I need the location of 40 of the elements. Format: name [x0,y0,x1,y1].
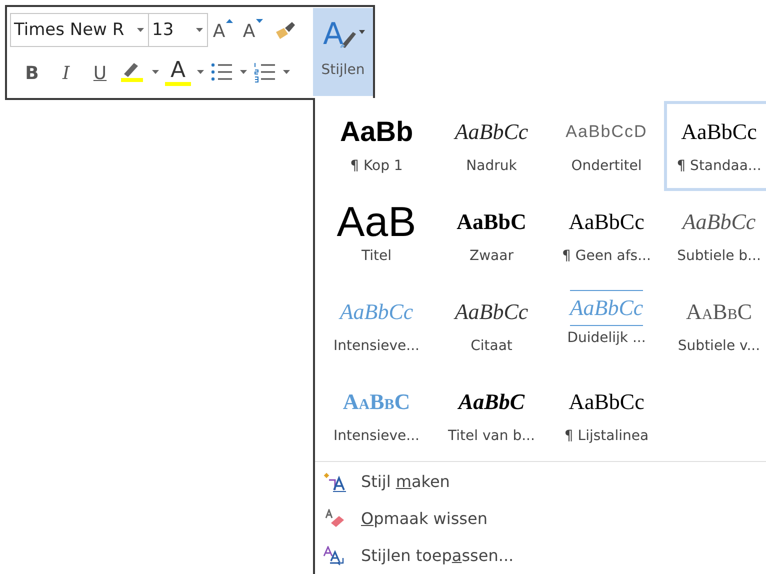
format-button[interactable]: I [50,57,82,87]
styles-button[interactable]: A Stijlen [313,8,373,96]
style-item[interactable]: AaBb ¶ Kop 1 [319,101,434,191]
style-item[interactable]: AaBbC Titel van b... [434,371,549,461]
dropdown-icon[interactable] [240,70,247,74]
style-item[interactable]: AaBbCc ¶ Lijstalinea [549,371,664,461]
dropdown-icon[interactable] [197,70,204,74]
bullet-list-icon[interactable] [210,61,234,83]
style-item[interactable]: AaBbCc Duidelijk ... [549,281,664,371]
style-item[interactable]: AaBbCc ¶ Standaa... [664,101,766,191]
caret-up-icon [226,19,234,23]
dropdown-icon[interactable] [196,28,203,32]
style-item[interactable]: AaBbCc Citaat [434,281,549,371]
highlighter-icon[interactable] [118,61,146,83]
style-item[interactable]: AaBbC Zwaar [434,191,549,281]
style-item[interactable]: AaBbC Subtiele v... [664,281,766,371]
dropdown-icon[interactable] [137,28,144,32]
dropdown-icon[interactable] [283,70,290,74]
menu-item[interactable]: Stijl maken [319,463,766,500]
menu-item[interactable]: Stijlen toepassen... [319,537,766,574]
shrink-font-button[interactable]: A [238,15,268,45]
font-name-field[interactable]: Times New R [10,13,149,47]
create-style-icon [323,472,347,492]
style-item[interactable]: AaBbCcD Ondertitel [549,101,664,191]
caret-down-icon [256,19,264,23]
font-color-button[interactable]: A [165,58,191,86]
menu-item[interactable]: Opmaak wissen [319,500,766,537]
style-item[interactable]: AaBbCc Subtiele b... [664,191,766,281]
font-size-field[interactable]: 13 [149,13,208,47]
format-button[interactable]: B [16,57,48,87]
numbered-list-icon[interactable] [253,61,277,83]
format-painter-icon[interactable] [274,20,296,40]
style-item[interactable]: AaBbCc ¶ Geen afs... [549,191,664,281]
style-item[interactable]: AaB Titel [319,191,434,281]
grow-font-button[interactable]: A [208,15,238,45]
format-button[interactable]: U [84,57,116,87]
style-item[interactable]: AaBbC Intensieve... [319,371,434,461]
dropdown-icon[interactable] [152,70,159,74]
style-item[interactable]: AaBbCc Intensieve... [319,281,434,371]
style-item[interactable]: AaBbCc Nadruk [434,101,549,191]
